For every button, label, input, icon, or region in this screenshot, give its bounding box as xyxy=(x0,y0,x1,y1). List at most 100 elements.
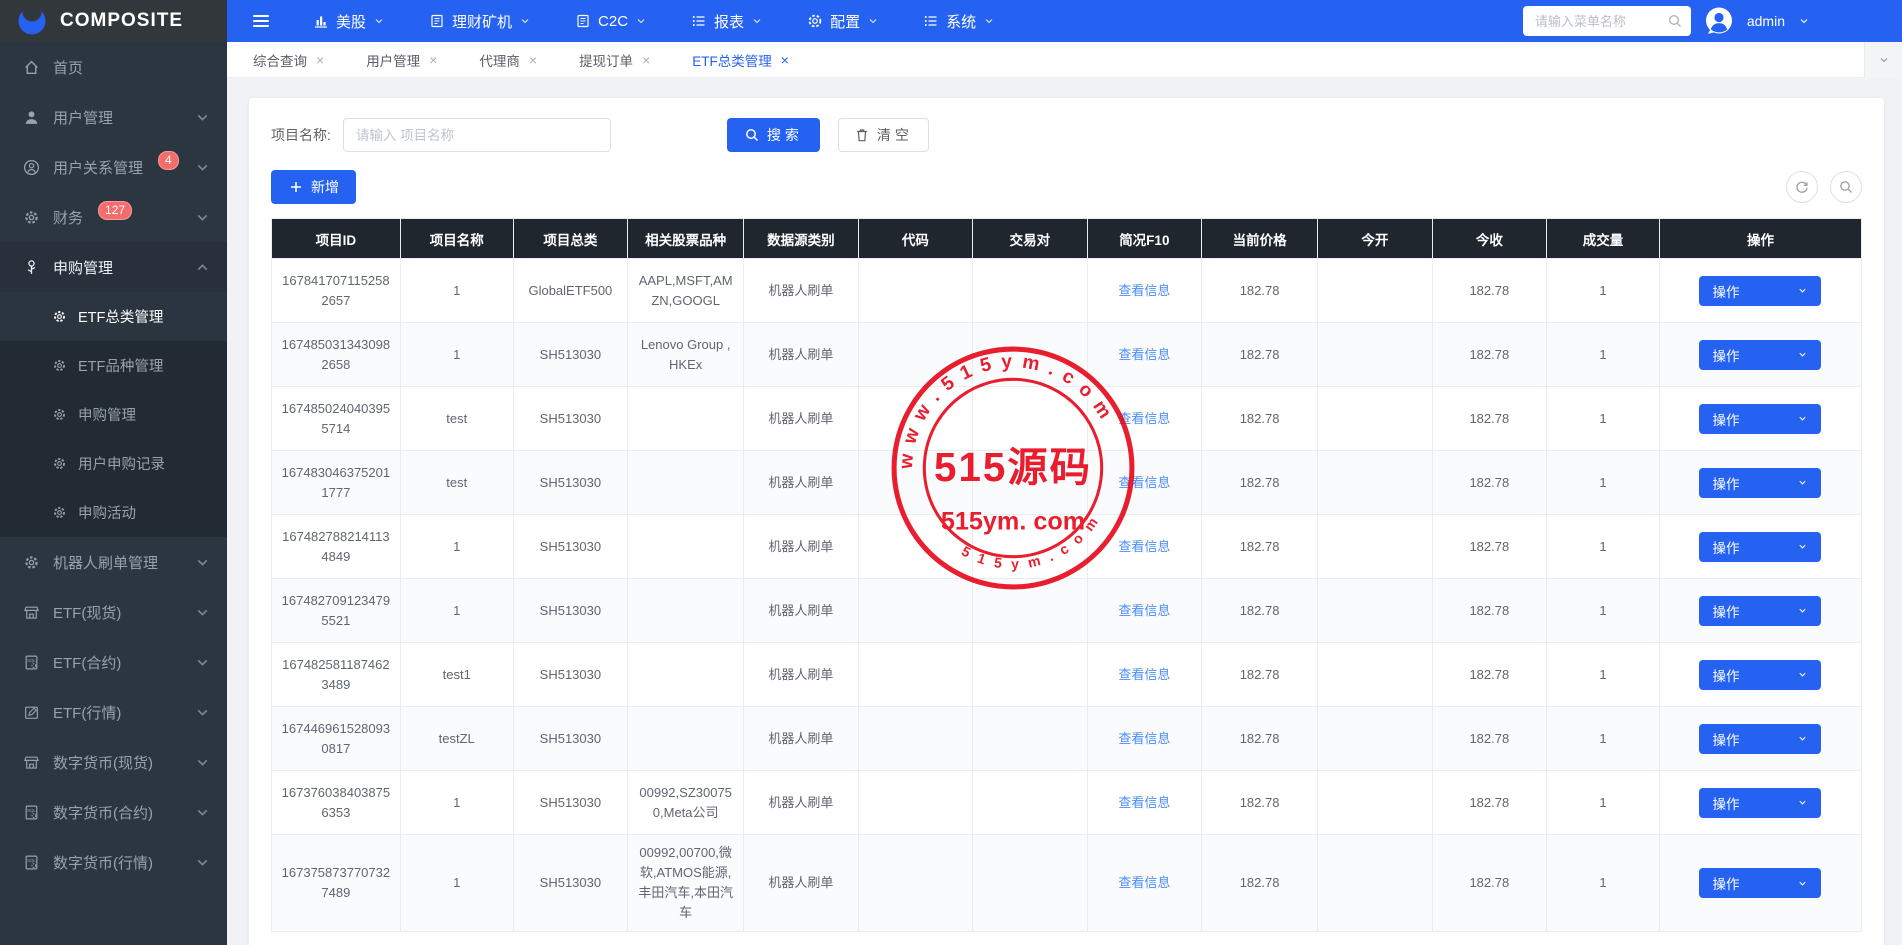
topnav-item-0[interactable]: 美股 xyxy=(313,11,385,32)
topnav-item-3[interactable]: 报表 xyxy=(691,11,763,32)
menu-toggle[interactable] xyxy=(251,0,271,42)
view-info-link[interactable]: 查看信息 xyxy=(1118,283,1170,298)
topnav-item-label: C2C xyxy=(598,13,628,30)
tab-0[interactable]: 综合查询× xyxy=(253,50,324,70)
topnav-item-2[interactable]: C2C xyxy=(575,13,647,30)
chevron-down-icon xyxy=(194,754,211,771)
row-action-button[interactable]: 操作 xyxy=(1699,724,1821,754)
tab-3[interactable]: 提现订单× xyxy=(579,50,650,70)
topnav-item-5[interactable]: 系统 xyxy=(923,11,995,32)
sidebar-subitem-4-2[interactable]: 申购管理 xyxy=(0,390,227,439)
sidebar-item-label: ETF(合约) xyxy=(53,652,121,673)
cell-code xyxy=(858,259,972,323)
view-info-link[interactable]: 查看信息 xyxy=(1118,411,1170,426)
cell-open xyxy=(1318,771,1432,835)
project-name-input[interactable] xyxy=(343,118,611,152)
cell-open xyxy=(1318,323,1432,387)
chevron-down-icon[interactable] xyxy=(1798,15,1810,27)
row-action-button[interactable]: 操作 xyxy=(1699,788,1821,818)
tab-1[interactable]: 用户管理× xyxy=(366,50,437,70)
add-button[interactable]: 新增 xyxy=(271,170,356,204)
hamburger-icon xyxy=(251,11,271,31)
view-info-link[interactable]: 查看信息 xyxy=(1118,347,1170,362)
view-info-link[interactable]: 查看信息 xyxy=(1118,795,1170,810)
close-icon[interactable]: × xyxy=(529,53,537,67)
search-button[interactable]: 搜索 xyxy=(727,118,820,152)
topnav-item-4[interactable]: 配置 xyxy=(807,11,879,32)
search-icon[interactable] xyxy=(1667,13,1683,29)
row-action-button[interactable]: 操作 xyxy=(1699,660,1821,690)
list-icon xyxy=(923,13,939,29)
topnav-item-label: 系统 xyxy=(946,11,976,32)
tab-2[interactable]: 代理商× xyxy=(479,50,537,70)
table-row: 16737587377073274891SH51303000992,00700,… xyxy=(272,835,1862,932)
view-info-link[interactable]: 查看信息 xyxy=(1118,603,1170,618)
cell-f10: 查看信息 xyxy=(1087,323,1201,387)
row-action-button[interactable]: 操作 xyxy=(1699,868,1821,898)
cell-code xyxy=(858,643,972,707)
cell-id: 1674850313430982658 xyxy=(272,323,401,387)
sidebar-item-1[interactable]: 用户管理 xyxy=(0,92,227,142)
sidebar-item-10[interactable]: SQL数字货币(合约) xyxy=(0,787,227,837)
menu-search-input[interactable] xyxy=(1535,14,1667,29)
sidebar-item-0[interactable]: 首页 xyxy=(0,42,227,92)
chevron-down-icon xyxy=(194,109,211,126)
gear-icon xyxy=(52,456,67,471)
column-header: 当前价格 xyxy=(1202,219,1318,259)
cell-cls: SH513030 xyxy=(513,451,627,515)
view-info-link[interactable]: 查看信息 xyxy=(1118,731,1170,746)
sidebar-item-9[interactable]: 数字货币(现货) xyxy=(0,737,227,787)
user-avatar-icon[interactable] xyxy=(1704,6,1734,36)
username-label[interactable]: admin xyxy=(1747,13,1785,29)
clear-button[interactable]: 清空 xyxy=(838,118,929,152)
plus-icon xyxy=(288,179,304,195)
cell-source: 机器人刷单 xyxy=(744,579,858,643)
sidebar-item-7[interactable]: SQLETF(合约) xyxy=(0,637,227,687)
table-row: 16748270912347955211SH513030机器人刷单查看信息182… xyxy=(272,579,1862,643)
row-action-button[interactable]: 操作 xyxy=(1699,276,1821,306)
tab-4[interactable]: ETF总类管理× xyxy=(692,50,789,70)
sidebar-subitem-4-4[interactable]: 申购活动 xyxy=(0,488,227,537)
sidebar-item-5[interactable]: 机器人刷单管理 xyxy=(0,537,227,587)
row-action-button[interactable]: 操作 xyxy=(1699,404,1821,434)
close-icon[interactable]: × xyxy=(642,53,650,67)
row-action-button[interactable]: 操作 xyxy=(1699,596,1821,626)
close-icon[interactable]: × xyxy=(781,53,789,67)
view-info-link[interactable]: 查看信息 xyxy=(1118,875,1170,890)
view-info-link[interactable]: 查看信息 xyxy=(1118,667,1170,682)
cell-action: 操作 xyxy=(1659,771,1861,835)
sidebar-item-label: 数字货币(合约) xyxy=(53,802,153,823)
chart-bars-icon xyxy=(313,13,329,29)
column-header: 操作 xyxy=(1659,219,1861,259)
sidebar-item-4[interactable]: 申购管理 xyxy=(0,242,227,292)
refresh-button[interactable] xyxy=(1786,171,1818,203)
view-info-link[interactable]: 查看信息 xyxy=(1118,475,1170,490)
table-row: 16737603840387563531SH51303000992,SZ3007… xyxy=(272,771,1862,835)
row-action-button[interactable]: 操作 xyxy=(1699,340,1821,370)
tabbar-dropdown-button[interactable] xyxy=(1864,42,1902,78)
cell-pair xyxy=(973,579,1087,643)
sidebar-subitem-4-3[interactable]: 用户申购记录 xyxy=(0,439,227,488)
sidebar-item-6[interactable]: ETF(现货) xyxy=(0,587,227,637)
topnav-item-1[interactable]: 理财矿机 xyxy=(429,11,531,32)
gear-icon xyxy=(52,505,67,520)
sidebar-item-11[interactable]: SQL数字货币(行情) xyxy=(0,837,227,887)
sidebar-item-8[interactable]: ETF(行情) xyxy=(0,687,227,737)
cell-source: 机器人刷单 xyxy=(744,643,858,707)
close-icon[interactable]: × xyxy=(429,53,437,67)
table-row: 1674825811874623489test1SH513030机器人刷单查看信… xyxy=(272,643,1862,707)
row-action-button[interactable]: 操作 xyxy=(1699,532,1821,562)
sidebar-item-3[interactable]: 财务127 xyxy=(0,192,227,242)
row-action-button[interactable]: 操作 xyxy=(1699,468,1821,498)
cell-name: testZL xyxy=(400,707,513,771)
cell-action: 操作 xyxy=(1659,515,1861,579)
close-icon[interactable]: × xyxy=(316,53,324,67)
column-search-button[interactable] xyxy=(1830,171,1862,203)
sidebar-item-2[interactable]: 用户关系管理4 xyxy=(0,142,227,192)
view-info-link[interactable]: 查看信息 xyxy=(1118,539,1170,554)
sidebar-subitem-4-1[interactable]: ETF品种管理 xyxy=(0,341,227,390)
sidebar-subitem-4-0[interactable]: ETF总类管理 xyxy=(0,292,227,341)
chevron-down-icon xyxy=(194,854,211,871)
cell-pair xyxy=(973,643,1087,707)
cell-id: 1678417071152582657 xyxy=(272,259,401,323)
